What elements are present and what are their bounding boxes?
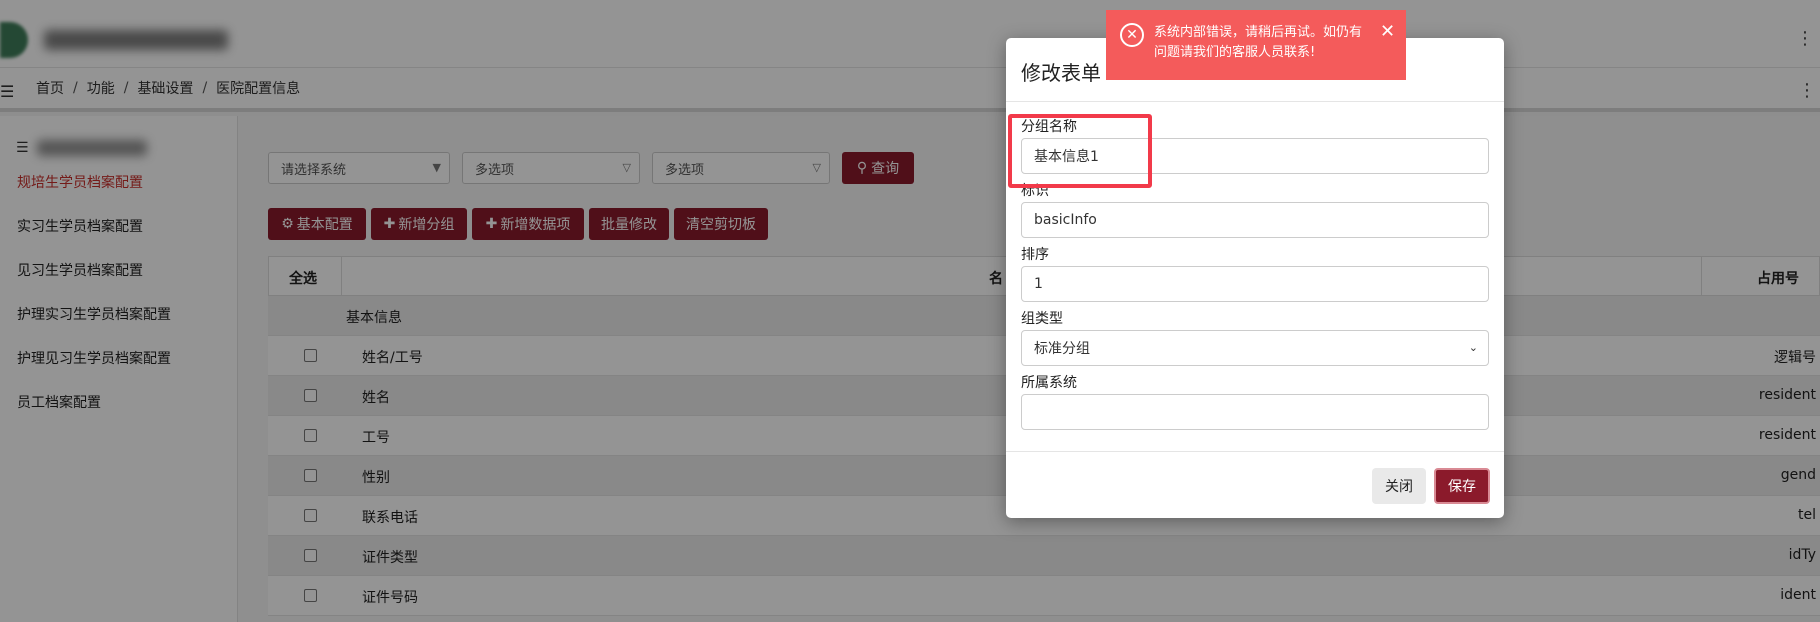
group-name-input[interactable]: 基本信息1 [1021, 138, 1489, 174]
identifier-label: 标识 [1021, 183, 1049, 199]
group-type-select[interactable]: 标准分组 ⌄ [1021, 330, 1489, 366]
error-circle-icon: ✕ [1120, 23, 1144, 47]
chevron-down-icon: ⌄ [1468, 341, 1478, 354]
system-input[interactable] [1021, 394, 1489, 430]
identifier-input[interactable]: basicInfo [1021, 202, 1489, 238]
modal-backdrop[interactable] [0, 0, 1820, 622]
edit-form-modal: 修改表单 分组名称 基本信息1 标识 basicInfo 排序 1 组类型 标准… [1006, 38, 1504, 518]
save-button[interactable]: 保存 [1434, 468, 1490, 504]
close-icon[interactable]: ✕ [1380, 22, 1395, 42]
toast-message: 系统内部错误，请稍后再试。如仍有问题请我们的客服人员联系! [1154, 25, 1363, 60]
sort-label: 排序 [1021, 247, 1049, 263]
modal-footer: 关闭 保存 [1006, 451, 1504, 518]
close-button[interactable]: 关闭 [1372, 468, 1426, 504]
group-name-label: 分组名称 [1021, 119, 1077, 135]
sort-input[interactable]: 1 [1021, 266, 1489, 302]
group-type-label: 组类型 [1021, 311, 1063, 327]
system-label: 所属系统 [1021, 375, 1077, 391]
error-toast: ✕ 系统内部错误，请稍后再试。如仍有问题请我们的客服人员联系! ✕ [1106, 10, 1406, 80]
modal-title: 修改表单 [1021, 61, 1101, 85]
